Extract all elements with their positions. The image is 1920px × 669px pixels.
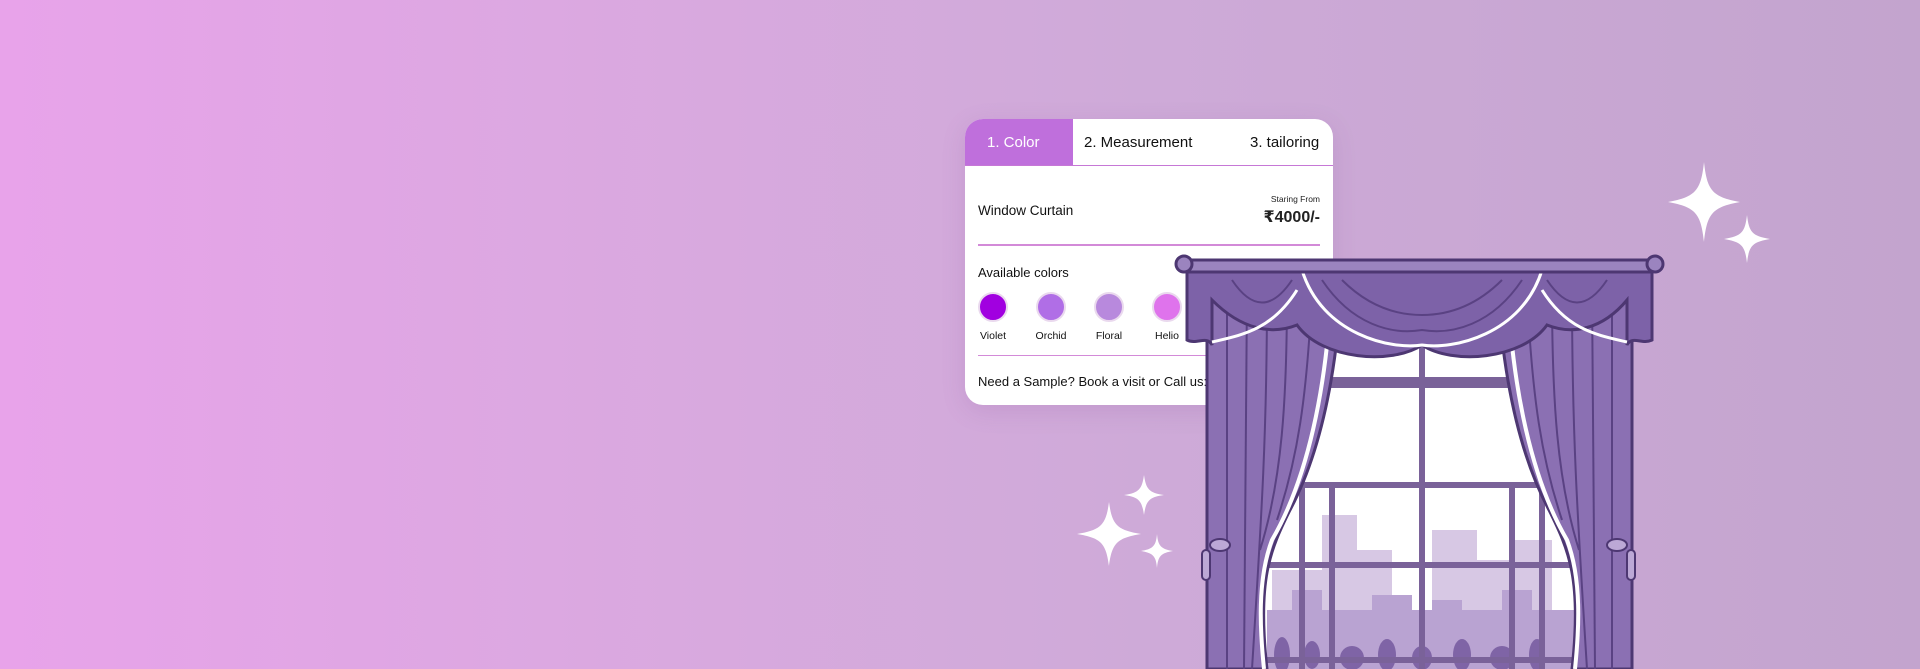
swatch-floral[interactable]: Floral bbox=[1094, 291, 1152, 342]
color-circle[interactable] bbox=[1036, 291, 1066, 322]
divider bbox=[978, 244, 1320, 246]
color-circle[interactable] bbox=[978, 291, 1008, 322]
swatch-violet[interactable]: Violet bbox=[978, 291, 1036, 342]
tab-color[interactable]: 1. Color bbox=[965, 119, 1073, 165]
price-value: ₹4000/- bbox=[1263, 208, 1321, 226]
curtain-window-illustration bbox=[1174, 254, 1665, 669]
product-name: Window Curtain bbox=[978, 202, 1074, 218]
tab-measurement[interactable]: 2. Measurement bbox=[1073, 119, 1239, 165]
sparkle-icon bbox=[1124, 475, 1164, 515]
swatch-label: Violet bbox=[979, 329, 1007, 342]
color-circle[interactable] bbox=[1094, 291, 1124, 322]
swatch-orchid[interactable]: Orchid bbox=[1035, 291, 1094, 342]
product-row: Window Curtain Staring From ₹4000/- bbox=[965, 166, 1333, 232]
swatch-label: Floral bbox=[1095, 329, 1123, 342]
price-label: Staring From bbox=[1270, 193, 1320, 204]
tab-tailoring[interactable]: 3. tailoring bbox=[1239, 119, 1319, 165]
sparkle-icon bbox=[1724, 215, 1770, 263]
price-box: Staring From ₹4000/- bbox=[1264, 194, 1321, 227]
swatch-label: Orchid bbox=[1035, 329, 1067, 342]
sparkle-icon bbox=[1141, 534, 1173, 568]
step-tabs: 1. Color 2. Measurement 3. tailoring bbox=[965, 119, 1333, 166]
